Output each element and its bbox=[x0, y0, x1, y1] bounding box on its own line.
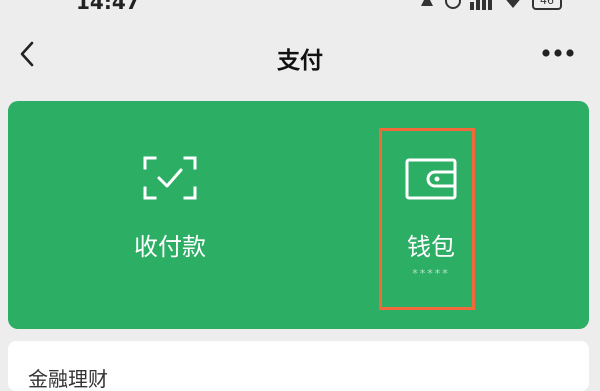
pay-card: 收付款 钱包 ***** bbox=[8, 101, 589, 329]
battery-icon: 46 bbox=[532, 0, 562, 10]
scan-check-icon bbox=[143, 156, 197, 200]
wallet-button[interactable]: 钱包 ***** bbox=[331, 101, 531, 329]
wallet-icon bbox=[405, 158, 457, 200]
wallet-balance: ***** bbox=[412, 267, 450, 280]
more-horizontal-icon bbox=[542, 49, 574, 57]
status-time: 14:47 bbox=[76, 0, 140, 14]
signal-icon bbox=[470, 0, 492, 10]
wifi-icon bbox=[506, 0, 520, 8]
back-button[interactable] bbox=[10, 36, 44, 72]
do-not-disturb-icon bbox=[421, 0, 433, 6]
alarm-icon bbox=[445, 0, 461, 9]
finance-card-label: 金融理财 bbox=[28, 367, 108, 391]
status-bar: 14:47 46 bbox=[0, 0, 600, 14]
page-title: 支付 bbox=[277, 48, 323, 74]
collect-pay-label: 收付款 bbox=[134, 233, 206, 261]
more-button[interactable] bbox=[536, 38, 580, 68]
finance-card[interactable]: 金融理财 bbox=[8, 341, 589, 391]
collect-pay-button[interactable]: 收付款 bbox=[70, 101, 270, 329]
nav-bar: 支付 bbox=[0, 28, 600, 80]
wallet-label: 钱包 bbox=[407, 233, 455, 261]
status-icons: 46 bbox=[418, 0, 562, 10]
chevron-left-icon bbox=[20, 41, 34, 67]
